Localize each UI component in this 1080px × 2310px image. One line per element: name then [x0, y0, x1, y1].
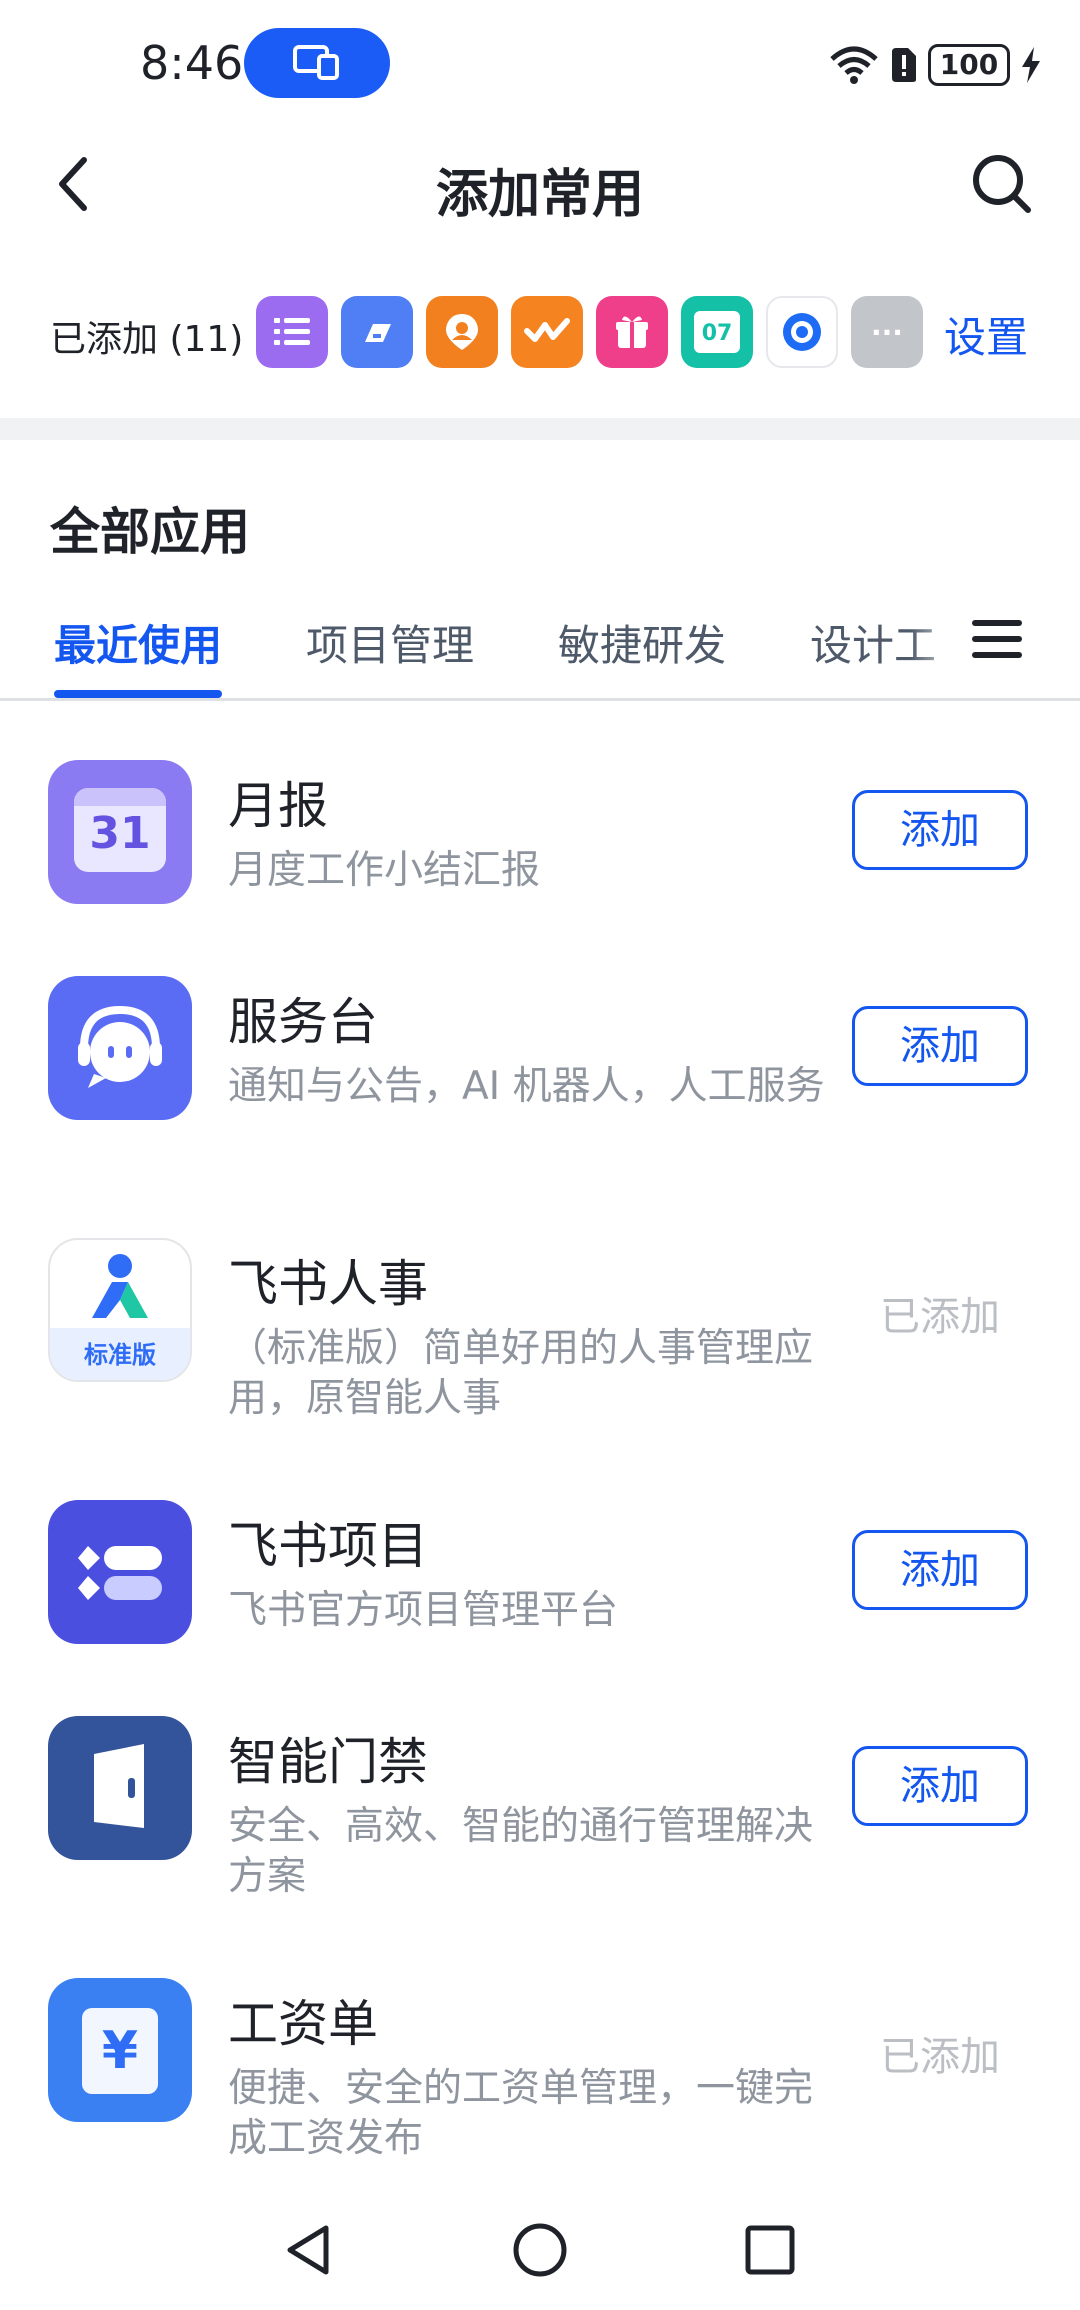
charging-icon	[1022, 47, 1040, 83]
screen-share-indicator[interactable]	[244, 28, 390, 98]
active-tab-indicator	[54, 690, 222, 698]
app-name: 智能门禁	[228, 1733, 428, 1791]
circle-app-icon[interactable]	[766, 296, 838, 368]
settings-link[interactable]: 设置	[944, 304, 1028, 365]
list-app-icon[interactable]	[256, 296, 328, 368]
tab-scroll-fade	[910, 600, 970, 690]
more-icon[interactable]: ···	[851, 296, 923, 368]
nav-back-icon[interactable]	[282, 2222, 332, 2278]
add-button[interactable]: 添加	[852, 1006, 1028, 1086]
added-status: 已添加	[880, 2034, 1000, 2080]
added-app-icons: 07 ···	[256, 296, 923, 368]
app-description: 安全、高效、智能的通行管理解决方案	[228, 1804, 814, 1899]
top-nav: 添加常用	[0, 130, 1080, 240]
app-description: 便捷、安全的工资单管理，一键完成工资发布	[228, 2066, 814, 2161]
app-description: （标准版）简单好用的人事管理应用，原智能人事	[228, 1326, 814, 1421]
check-wave-app-icon[interactable]	[511, 296, 583, 368]
screen-cast-icon	[293, 45, 339, 80]
app-name: 飞书项目	[228, 1517, 428, 1575]
status-bar: 8:46 100	[0, 0, 1080, 120]
gift-app-icon[interactable]	[596, 296, 668, 368]
app-description: 通知与公告，AI 机器人，人工服务	[228, 1064, 825, 1109]
add-button[interactable]: 添加	[852, 1530, 1028, 1610]
add-button[interactable]: 添加	[852, 790, 1028, 870]
battery-indicator: 100	[928, 44, 1010, 86]
status-indicators: 100	[828, 40, 1042, 90]
service-bot-icon	[48, 976, 192, 1120]
app-name: 飞书人事	[228, 1255, 428, 1313]
added-status: 已添加	[880, 1294, 1000, 1340]
door-icon	[48, 1716, 192, 1860]
app-name: 工资单	[228, 1995, 378, 2053]
app-name: 月报	[228, 777, 328, 835]
add-button[interactable]: 添加	[852, 1746, 1028, 1826]
yuan-icon: ¥	[48, 1978, 192, 2122]
section-divider	[0, 418, 1080, 440]
sim-alert-icon	[892, 48, 916, 82]
tab-project-management[interactable]: 项目管理	[306, 612, 474, 673]
added-count-label: 已添加 (11)	[50, 319, 244, 360]
wifi-icon	[830, 46, 878, 84]
app-description: 月度工作小结汇报	[228, 848, 541, 893]
status-time: 8:46	[140, 36, 244, 90]
tab-agile-dev[interactable]: 敏捷研发	[558, 612, 726, 673]
category-tabs: 最近使用 项目管理 敏捷研发 设计工	[0, 600, 1080, 701]
calendar-app-icon[interactable]: 07	[681, 296, 753, 368]
section-title: 全部应用	[50, 503, 250, 561]
added-apps-bar: 已添加 (11) 07 ··· 设置	[0, 290, 1080, 374]
nav-home-icon[interactable]	[512, 2222, 568, 2278]
person-location-app-icon[interactable]	[426, 296, 498, 368]
project-icon	[48, 1500, 192, 1644]
menu-icon[interactable]	[970, 614, 1024, 664]
system-nav-bar	[0, 2200, 1080, 2310]
app-name: 服务台	[228, 993, 378, 1051]
bookmark-app-icon[interactable]	[341, 296, 413, 368]
calendar-31-icon: 31	[48, 760, 192, 904]
nav-recents-icon[interactable]	[744, 2224, 796, 2276]
tab-recent[interactable]: 最近使用	[54, 612, 222, 673]
search-icon[interactable]	[968, 150, 1034, 216]
people-standard-icon: 标准版	[48, 1238, 192, 1382]
app-description: 飞书官方项目管理平台	[228, 1588, 619, 1633]
page-title: 添加常用	[435, 165, 644, 225]
